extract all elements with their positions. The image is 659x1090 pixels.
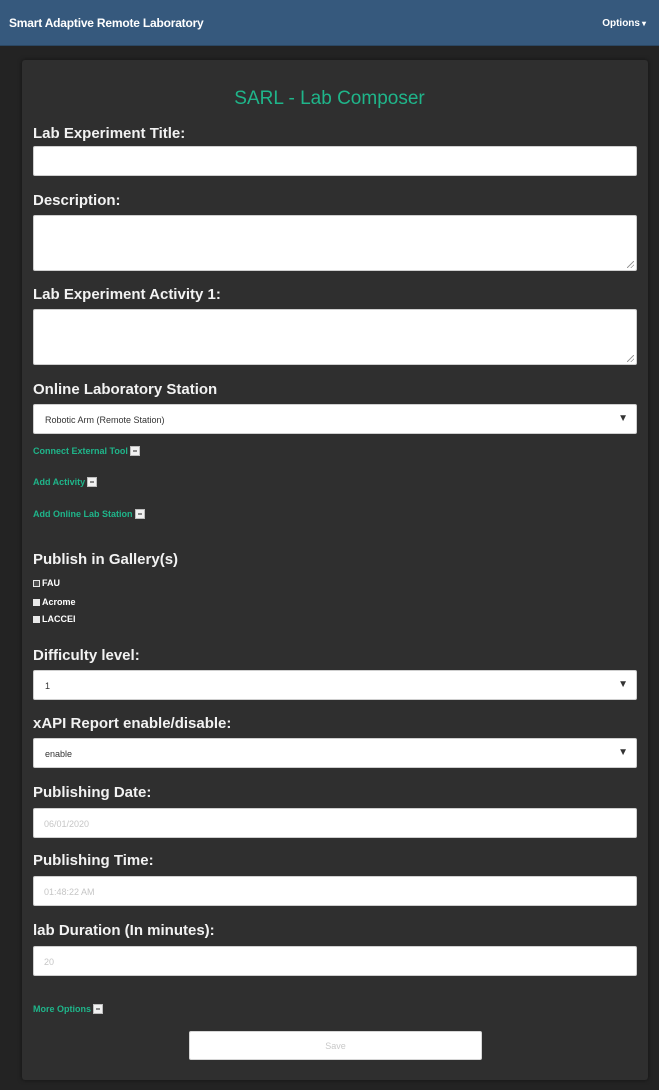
lab-title-label: Lab Experiment Title: xyxy=(33,125,186,142)
checkbox-checked-icon[interactable] xyxy=(33,579,40,587)
checkbox-icon[interactable] xyxy=(33,598,40,606)
expand-toggle-icon[interactable] xyxy=(93,1004,103,1014)
publishing-time-label: Publishing Time: xyxy=(33,852,154,869)
top-navbar: Smart Adaptive Remote Laboratory Options… xyxy=(0,0,659,46)
app-brand[interactable]: Smart Adaptive Remote Laboratory xyxy=(9,16,204,30)
resize-handle-icon[interactable] xyxy=(627,355,634,362)
difficulty-label: Difficulty level: xyxy=(33,647,140,664)
activity-label: Lab Experiment Activity 1: xyxy=(33,286,221,303)
difficulty-selected-value: 1 xyxy=(45,681,51,691)
lab-duration-label: lab Duration (In minutes): xyxy=(33,922,215,939)
station-select[interactable]: Robotic Arm (Remote Station) ▼ xyxy=(33,404,637,434)
more-options-link[interactable]: More Options xyxy=(33,1004,103,1014)
xapi-selected-value: enable xyxy=(45,749,73,759)
publish-gallery-label: Publish in Gallery(s) xyxy=(33,551,179,568)
activity-textarea[interactable] xyxy=(33,309,637,365)
connect-external-tool-label: Connect External Tool xyxy=(33,446,128,456)
add-activity-label: Add Activity xyxy=(33,477,86,487)
gallery-name: LACCEI xyxy=(42,614,76,624)
xapi-select[interactable]: enable ▼ xyxy=(33,738,637,768)
checkbox-icon[interactable] xyxy=(33,615,40,623)
publishing-time-input[interactable]: 01:48:22 AM xyxy=(33,876,637,906)
page-title: SARL - Lab Composer xyxy=(234,88,425,109)
expand-toggle-icon[interactable] xyxy=(129,446,140,456)
gallery-checkbox-fau[interactable]: FAU xyxy=(33,578,60,588)
difficulty-select[interactable]: 1 ▼ xyxy=(33,670,637,700)
station-selected-value: Robotic Arm (Remote Station) xyxy=(45,415,165,425)
dropdown-arrow-icon: ▼ xyxy=(618,747,628,758)
gallery-checkbox-laccei[interactable]: LACCEI xyxy=(33,614,76,624)
options-label: Options xyxy=(602,18,640,29)
publishing-date-input[interactable]: 06/01/2020 xyxy=(33,808,637,838)
add-online-lab-station-label: Add Online Lab Station xyxy=(33,509,133,519)
add-activity-link[interactable]: Add Activity xyxy=(33,477,98,487)
more-options-label: More Options xyxy=(33,1004,91,1014)
description-textarea[interactable] xyxy=(33,215,637,271)
save-button[interactable]: Save xyxy=(189,1031,482,1060)
dropdown-arrow-icon: ▼ xyxy=(618,679,628,690)
chevron-down-icon: ▾ xyxy=(641,19,646,28)
expand-toggle-icon[interactable] xyxy=(134,509,145,519)
station-label: Online Laboratory Station xyxy=(33,381,218,398)
add-online-lab-station-link[interactable]: Add Online Lab Station xyxy=(33,509,145,519)
dropdown-arrow-icon: ▼ xyxy=(618,413,628,424)
gallery-name: Acrome xyxy=(42,597,76,607)
options-menu[interactable]: Options ▾ xyxy=(602,18,646,29)
connect-external-tool-link[interactable]: Connect External Tool xyxy=(33,446,140,456)
description-label: Description: xyxy=(33,192,121,209)
gallery-checkbox-acrome[interactable]: Acrome xyxy=(33,597,76,607)
publishing-date-label: Publishing Date: xyxy=(33,784,152,801)
lab-title-input[interactable] xyxy=(33,146,637,176)
gallery-name: FAU xyxy=(42,578,60,588)
expand-toggle-icon[interactable] xyxy=(87,477,98,487)
resize-handle-icon[interactable] xyxy=(627,261,634,268)
lab-duration-input[interactable]: 20 xyxy=(33,946,637,976)
xapi-label: xAPI Report enable/disable: xyxy=(33,715,232,732)
